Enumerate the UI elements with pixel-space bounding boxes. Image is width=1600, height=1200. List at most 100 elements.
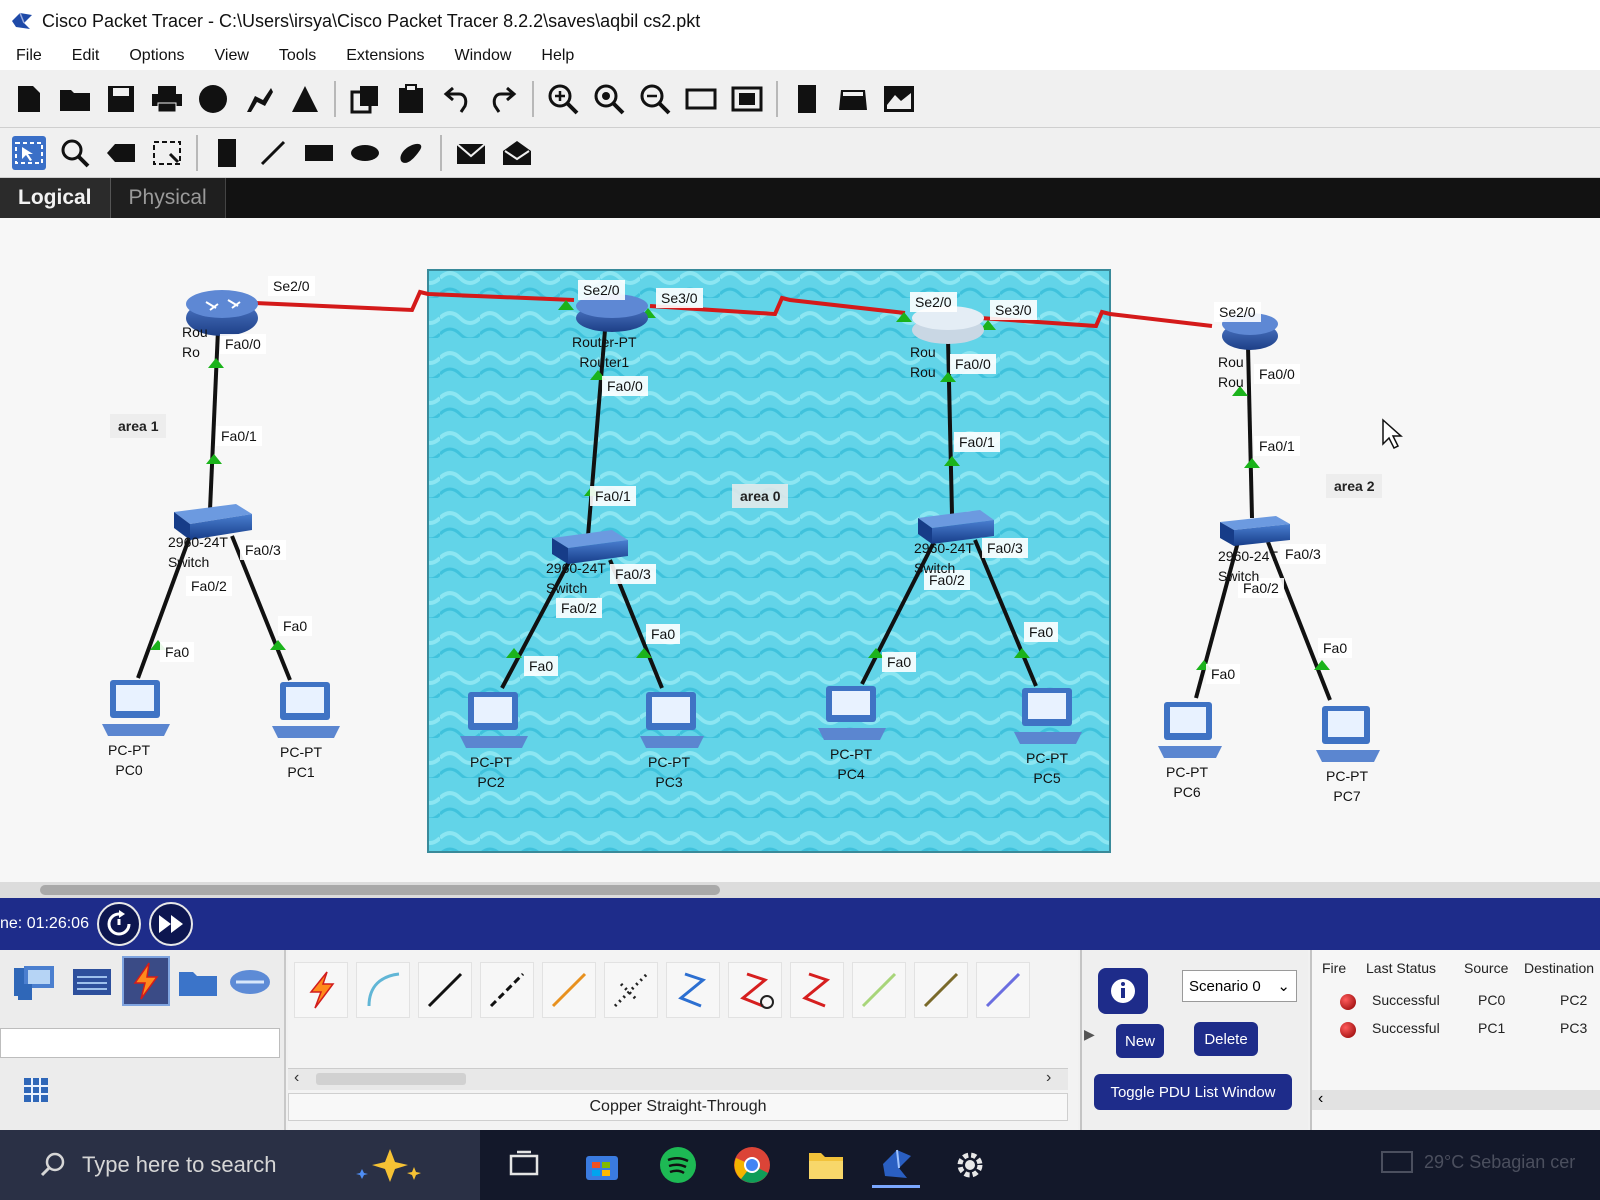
freeform-icon[interactable] <box>394 136 428 170</box>
pc4-icon[interactable] <box>818 686 886 740</box>
print-icon[interactable] <box>150 82 184 116</box>
ellipse-icon[interactable] <box>348 136 382 170</box>
pc1-icon[interactable] <box>272 682 340 738</box>
connections-icon[interactable] <box>122 956 170 1006</box>
taskbar-search-box[interactable]: Type here to search <box>0 1130 480 1200</box>
custom-device-icon[interactable] <box>288 82 322 116</box>
copy-icon[interactable] <box>348 82 382 116</box>
components-icon[interactable] <box>16 960 60 1004</box>
logical-workspace-canvas[interactable]: area 1 area 0 area 2 Se2/0 Fa0/0 Fa0/1 F… <box>0 218 1600 888</box>
grid-icon[interactable] <box>14 1068 58 1112</box>
copper-straight-through-icon[interactable] <box>418 962 472 1018</box>
scroll-left-icon[interactable]: ‹ <box>1318 1090 1323 1108</box>
misc-icon[interactable] <box>176 960 220 1004</box>
save-icon[interactable] <box>104 82 138 116</box>
copper-cross-over-icon[interactable] <box>480 962 534 1018</box>
new-file-icon[interactable] <box>12 82 46 116</box>
fiber-icon[interactable] <box>542 962 596 1018</box>
pdu-fire-indicator[interactable] <box>1340 994 1356 1010</box>
menu-tools[interactable]: Tools <box>279 47 316 65</box>
tab-physical[interactable]: Physical <box>110 178 226 218</box>
redo-icon[interactable] <box>486 82 520 116</box>
menu-view[interactable]: View <box>215 47 249 65</box>
console-cable-icon[interactable] <box>356 962 410 1018</box>
connection-scroll-thumb[interactable] <box>316 1073 466 1085</box>
usb-cable-icon[interactable] <box>976 962 1030 1018</box>
complex-pdu-icon[interactable] <box>500 136 534 170</box>
menu-options[interactable]: Options <box>129 47 184 65</box>
menu-edit[interactable]: Edit <box>72 47 100 65</box>
scroll-left-icon[interactable]: ‹ <box>294 1069 299 1087</box>
link-router0-switch0[interactable] <box>208 329 220 511</box>
drawing-palette-icon[interactable] <box>684 82 718 116</box>
switch3-icon[interactable] <box>1220 516 1290 546</box>
scenario-select[interactable]: Scenario 0 ⌄ <box>1182 970 1297 1002</box>
menu-window[interactable]: Window <box>455 47 512 65</box>
line-draw-icon[interactable] <box>256 136 290 170</box>
open-folder-icon[interactable] <box>58 82 92 116</box>
phone-cable-icon[interactable] <box>604 962 658 1018</box>
simulation-view-icon[interactable] <box>882 82 916 116</box>
microsoft-store-icon[interactable] <box>578 1142 626 1188</box>
serial-dte-icon[interactable] <box>790 962 844 1018</box>
device-search-field[interactable] <box>0 1028 280 1058</box>
inspect-icon[interactable] <box>58 136 92 170</box>
serial-dce-icon[interactable] <box>728 962 782 1018</box>
chrome-icon[interactable] <box>728 1142 776 1188</box>
coaxial-icon[interactable] <box>666 962 720 1018</box>
zoom-reset-icon[interactable] <box>592 82 626 116</box>
toggle-pdu-list-button[interactable]: Toggle PDU List Window <box>1094 1074 1292 1110</box>
pc7-icon[interactable] <box>1316 706 1380 762</box>
file-explorer-icon[interactable] <box>802 1142 850 1188</box>
delete-scenario-button[interactable]: Delete <box>1194 1022 1258 1056</box>
scrollbar-thumb[interactable] <box>40 885 720 895</box>
pdu-list-scrollbar[interactable]: ‹ <box>1312 1090 1600 1110</box>
simple-pdu-icon[interactable] <box>454 136 488 170</box>
bottom-panel: ‹ › Copper Straight-Through Scenario 0 ⌄… <box>0 950 1600 1130</box>
network-devices-icon[interactable] <box>70 960 114 1004</box>
collapse-arrow-icon[interactable]: ▶ <box>1084 1026 1095 1043</box>
menu-help[interactable]: Help <box>541 47 574 65</box>
menu-extensions[interactable]: Extensions <box>346 47 424 65</box>
spotify-icon[interactable] <box>654 1142 702 1188</box>
paste-icon[interactable] <box>394 82 428 116</box>
auto-connection-icon[interactable] <box>294 962 348 1018</box>
tab-logical[interactable]: Logical <box>0 178 111 218</box>
octal-cable-icon[interactable] <box>852 962 906 1018</box>
scroll-right-icon[interactable]: › <box>1046 1069 1051 1087</box>
rectangle-icon[interactable] <box>302 136 336 170</box>
fast-forward-time-button[interactable] <box>148 902 193 946</box>
canvas-horizontal-scrollbar[interactable] <box>0 882 1600 898</box>
network-info-icon[interactable] <box>242 82 276 116</box>
undo-icon[interactable] <box>440 82 474 116</box>
pc2-icon[interactable] <box>460 692 528 748</box>
multiuser-icon[interactable] <box>228 960 272 1004</box>
power-cycle-devices-button[interactable] <box>96 902 141 946</box>
pc6-icon[interactable] <box>1158 702 1222 758</box>
zoom-out-icon[interactable] <box>638 82 672 116</box>
pc3-icon[interactable] <box>640 692 704 748</box>
select-icon[interactable] <box>12 135 46 170</box>
activity-wizard-icon[interactable] <box>196 82 230 116</box>
iot-custom-cable-icon[interactable] <box>914 962 968 1018</box>
area-0-region[interactable] <box>427 269 1111 853</box>
settings-gear-icon[interactable] <box>946 1142 994 1188</box>
pc0-icon[interactable] <box>102 680 170 736</box>
cluster-icon[interactable] <box>790 82 824 116</box>
note-icon[interactable] <box>210 136 244 170</box>
packet-tracer-taskbar-icon[interactable] <box>872 1142 920 1188</box>
resize-icon[interactable] <box>150 136 184 170</box>
link-router3-switch3[interactable] <box>1246 345 1254 519</box>
scenario-info-button[interactable] <box>1098 968 1148 1014</box>
delete-icon[interactable] <box>104 136 138 170</box>
viewport-icon[interactable] <box>836 82 870 116</box>
connection-tools-scrollbar[interactable]: ‹ › <box>288 1068 1068 1090</box>
pdu-fire-indicator[interactable] <box>1340 1022 1356 1038</box>
zoom-in-icon[interactable] <box>546 82 580 116</box>
weather-widget[interactable]: 29°C Sebagian cer <box>1380 1148 1575 1176</box>
pc5-icon[interactable] <box>1014 688 1082 744</box>
menu-file[interactable]: File <box>16 47 42 65</box>
task-view-icon[interactable] <box>500 1142 548 1188</box>
new-scenario-button[interactable]: New <box>1116 1024 1164 1058</box>
custom-device-dialog-icon[interactable] <box>730 82 764 116</box>
